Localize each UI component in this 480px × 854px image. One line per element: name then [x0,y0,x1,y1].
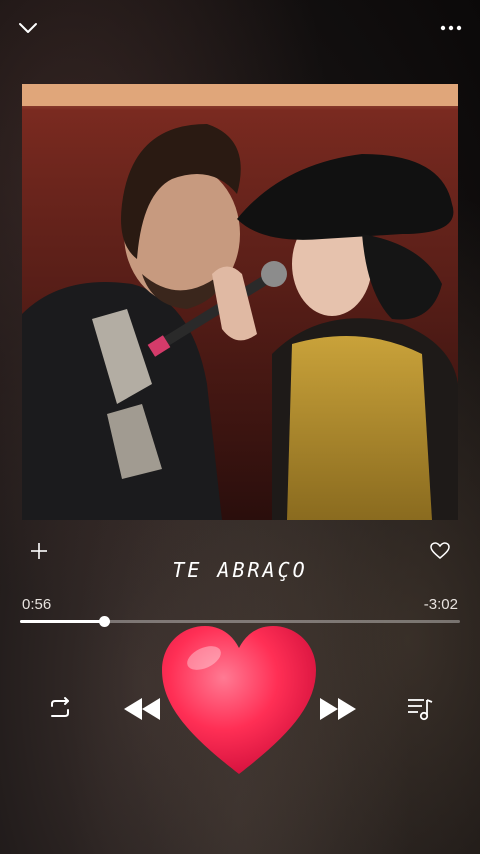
red-heart-emoji[interactable] [160,624,318,776]
progress-fill [20,620,104,623]
repeat-icon[interactable] [46,696,74,722]
chevron-down-icon[interactable] [18,20,38,36]
remaining-time: -3:02 [423,596,458,613]
rewind-icon[interactable] [122,696,162,722]
elapsed-time: 0:56 [22,596,52,613]
progress-knob[interactable] [98,616,110,627]
queue-music-icon[interactable] [406,696,434,722]
artwork-illustration [22,84,458,520]
progress-bar[interactable] [20,616,460,627]
more-dots-icon[interactable] [440,22,462,34]
track-title: TE ABRAÇO [172,558,308,582]
fast-forward-icon[interactable] [318,696,358,722]
album-artwork [22,84,458,520]
top-bar [0,0,480,60]
